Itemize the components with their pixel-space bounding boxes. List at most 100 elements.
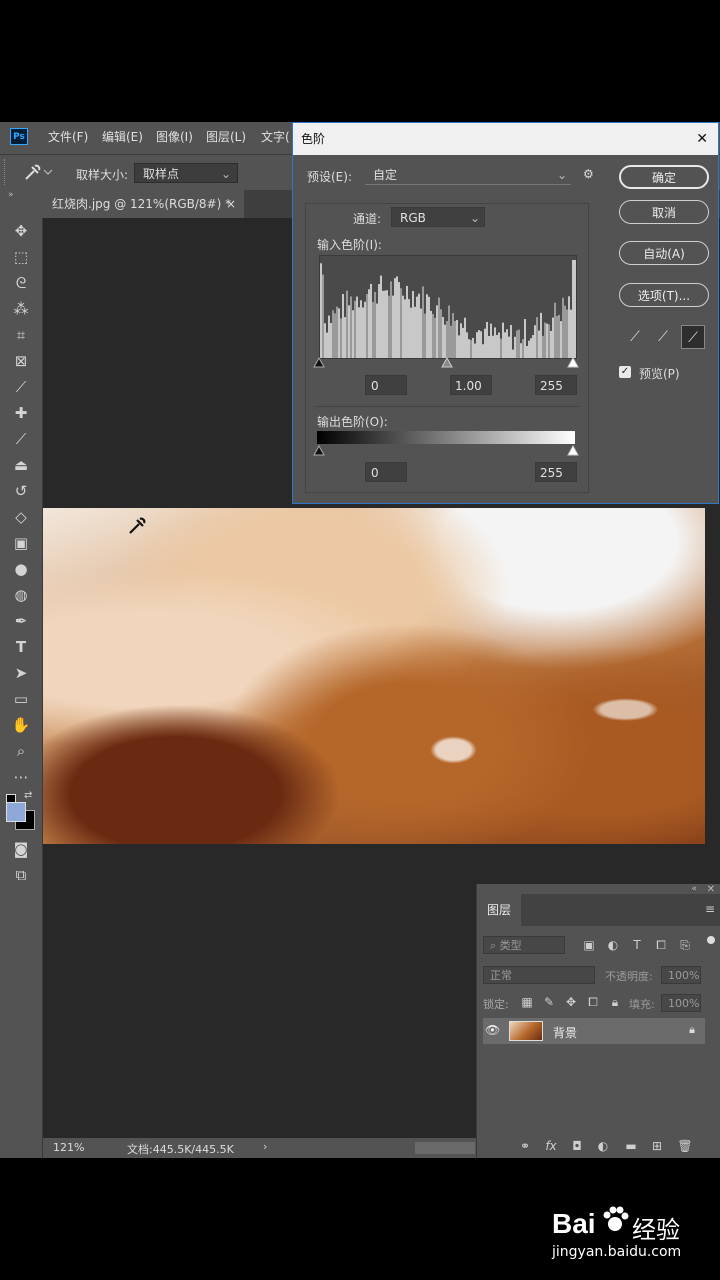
gear-icon[interactable]: ⚙ — [583, 167, 594, 181]
marquee-tool-icon[interactable]: ⬚ — [9, 246, 33, 268]
horizontal-scrollbar[interactable] — [415, 1142, 475, 1154]
eye-icon[interactable]: 👁︎ — [485, 1023, 500, 1037]
blend-mode-select[interactable]: 正常 — [483, 966, 595, 984]
output-black-slider[interactable] — [313, 445, 325, 456]
magic-wand-icon[interactable]: ⁂ — [9, 298, 33, 320]
preview-checkbox[interactable]: ✓ — [619, 366, 631, 378]
adjustment-filter-icon[interactable]: ◐ — [605, 938, 621, 952]
tab-layers[interactable]: 图层 — [477, 894, 521, 926]
lock-image-icon[interactable]: ✎ — [541, 995, 557, 1009]
fill-field[interactable]: 100% — [661, 994, 701, 1012]
input-black-field[interactable]: 0 — [365, 375, 407, 395]
quick-mask-icon[interactable]: ◙ — [9, 838, 33, 860]
opacity-field[interactable]: 100% — [661, 966, 701, 984]
channel-select[interactable]: RGB ⌄ — [391, 207, 485, 227]
histogram-bar — [492, 335, 494, 358]
input-sliders[interactable] — [313, 357, 581, 369]
input-gamma-field[interactable]: 1.00 — [450, 375, 492, 395]
white-eyedropper-icon[interactable]: ⟋ — [681, 325, 705, 349]
close-tab-icon[interactable]: × — [226, 190, 236, 218]
preview-label[interactable]: 预览(P) — [639, 365, 680, 382]
menu-edit[interactable]: 编辑(E) — [102, 128, 143, 145]
gradient-tool-icon[interactable]: ▣ — [9, 532, 33, 554]
group-folder-icon[interactable]: ▬ — [623, 1139, 639, 1153]
layer-row[interactable]: 👁︎ 背景 🔒︎ — [483, 1018, 705, 1044]
document-image[interactable] — [43, 508, 705, 844]
shape-filter-icon[interactable]: ⧠ — [653, 938, 669, 953]
output-black-field[interactable]: 0 — [365, 462, 407, 482]
gray-eyedropper-icon[interactable]: ⟋ — [651, 325, 675, 349]
menu-image[interactable]: 图像(I) — [156, 128, 193, 145]
more-tools-icon[interactable]: ⋯ — [9, 766, 33, 788]
black-eyedropper-icon[interactable]: ⟋ — [623, 325, 647, 349]
new-layer-icon[interactable]: ⊞ — [649, 1139, 665, 1153]
dodge-tool-icon[interactable]: ◍ — [9, 584, 33, 606]
healing-brush-icon[interactable]: ✚ — [9, 402, 33, 424]
blur-tool-icon[interactable]: ● — [9, 558, 33, 580]
fx-icon[interactable]: fx — [543, 1139, 559, 1153]
collapse-panel-icon[interactable]: « — [691, 884, 697, 894]
lock-transparent-icon[interactable]: ▦ — [519, 995, 535, 1009]
menu-layer[interactable]: 图层(L) — [206, 128, 246, 145]
type-filter-icon[interactable]: T — [629, 938, 645, 952]
zoom-level[interactable]: 121% — [53, 1141, 84, 1154]
lasso-tool-icon[interactable]: ᘓ — [9, 272, 33, 294]
output-white-slider[interactable] — [567, 445, 579, 456]
preset-select[interactable]: 自定 ⌄ — [365, 165, 571, 185]
eraser-tool-icon[interactable]: ◇ — [9, 506, 33, 528]
trash-icon[interactable]: 🗑︎ — [677, 1139, 693, 1153]
zoom-tool-icon[interactable]: ⌕ — [9, 740, 33, 762]
filter-toggle-icon[interactable] — [707, 936, 715, 944]
eyedropper-cursor-icon — [129, 517, 146, 534]
auto-button[interactable]: 自动(A) — [619, 241, 709, 265]
layer-name[interactable]: 背景 — [553, 1024, 577, 1041]
panel-menu-icon[interactable]: ≡ — [705, 902, 715, 916]
histogram-bar — [406, 285, 408, 358]
output-white-field[interactable]: 255 — [535, 462, 577, 482]
swap-colors-icon[interactable]: ⇄ — [24, 790, 32, 801]
histogram-bar — [506, 329, 508, 358]
input-white-field[interactable]: 255 — [535, 375, 577, 395]
foreground-color-swatch[interactable] — [6, 802, 26, 822]
path-select-icon[interactable]: ➤ — [9, 662, 33, 684]
lock-all-icon[interactable]: 🔒︎ — [607, 995, 623, 1010]
output-sliders[interactable] — [313, 445, 581, 457]
crop-tool-icon[interactable]: ⌗ — [9, 324, 33, 346]
frame-tool-icon[interactable]: ⊠ — [9, 350, 33, 372]
smart-object-filter-icon[interactable]: ⎘ — [677, 938, 693, 953]
menu-type[interactable]: 文字( — [261, 128, 290, 145]
ok-button[interactable]: 确定 — [619, 165, 709, 189]
histogram-bar — [348, 305, 350, 358]
white-point-slider[interactable] — [567, 357, 579, 368]
menu-file[interactable]: 文件(F) — [48, 128, 88, 145]
lock-artboard-icon[interactable]: ⧠ — [585, 995, 601, 1010]
cancel-button[interactable]: 取消 — [619, 200, 709, 224]
adjustment-layer-icon[interactable]: ◐ — [595, 1139, 611, 1153]
tool-preset-picker[interactable] — [20, 161, 56, 183]
histogram-bar — [386, 290, 388, 358]
rectangle-tool-icon[interactable]: ▭ — [9, 688, 33, 710]
hand-tool-icon[interactable]: ✋ — [9, 714, 33, 736]
lock-position-icon[interactable]: ✥ — [563, 995, 579, 1009]
brush-tool-icon[interactable]: ⟋ — [9, 428, 33, 450]
type-tool-icon[interactable]: T — [9, 636, 33, 658]
black-point-slider[interactable] — [313, 357, 325, 368]
midtone-slider[interactable] — [441, 357, 453, 368]
screen-mode-icon[interactable]: ⧉ — [9, 864, 33, 886]
stamp-tool-icon[interactable]: ⏏ — [9, 454, 33, 476]
eyedropper-tool-icon[interactable]: ⟋ — [9, 376, 33, 398]
close-dialog-icon[interactable]: ✕ — [696, 123, 708, 155]
sample-size-select[interactable]: 取样点 ⌄ — [134, 163, 238, 183]
history-brush-icon[interactable]: ↺ — [9, 480, 33, 502]
link-layers-icon[interactable]: ⚭ — [517, 1139, 533, 1153]
input-gamma-value: 1.00 — [455, 379, 482, 393]
add-mask-icon[interactable]: ◘ — [569, 1139, 585, 1153]
options-button[interactable]: 选项(T)... — [619, 283, 709, 307]
move-tool-icon[interactable]: ✥ — [9, 220, 33, 242]
collapse-icon[interactable]: » — [8, 190, 14, 200]
document-tab[interactable]: 红烧肉.jpg @ 121%(RGB/8#) * × — [42, 190, 244, 218]
status-menu-icon[interactable]: › — [263, 1140, 267, 1153]
pen-tool-icon[interactable]: ✒ — [9, 610, 33, 632]
pixel-filter-icon[interactable]: ▣ — [581, 938, 597, 952]
layer-filter-select[interactable]: ⌕ 类型 — [483, 936, 565, 954]
